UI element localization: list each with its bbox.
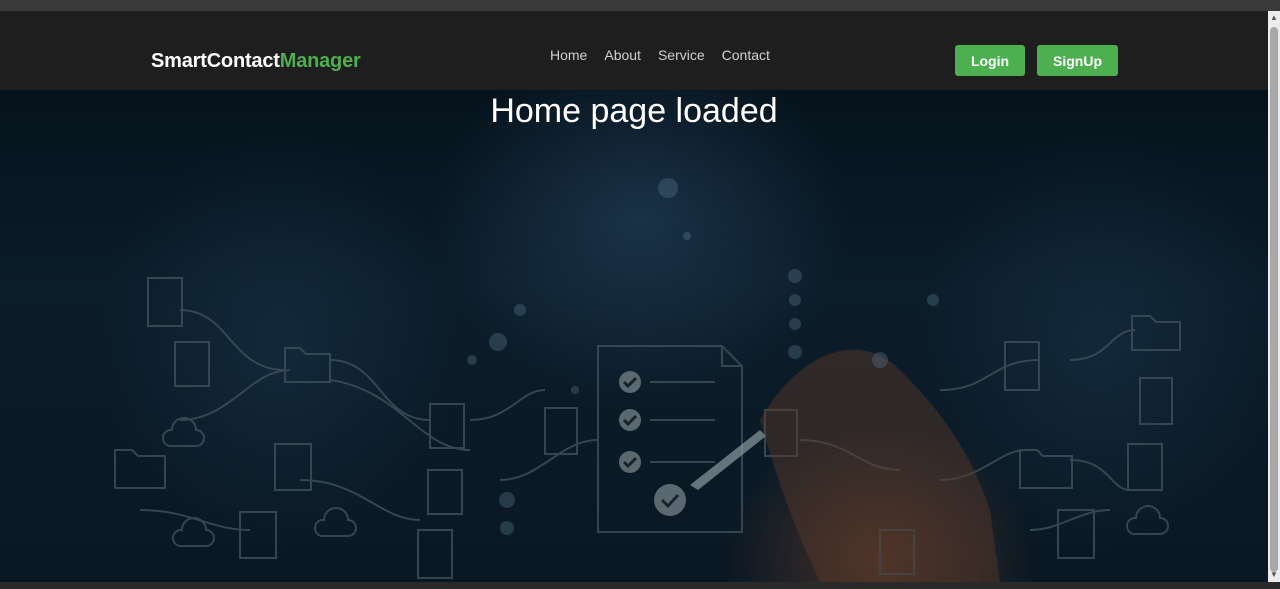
horizontal-scrollbar-area [0,582,1280,589]
scrollbar-thumb[interactable] [1270,27,1278,572]
brand-logo[interactable]: SmartContactManager [151,50,361,73]
nav-link-service[interactable]: Service [658,47,705,63]
nav-link-home[interactable]: Home [550,47,587,63]
nav-link-about[interactable]: About [604,47,641,63]
brand-name-part2: Manager [279,50,361,72]
browser-top-strip [0,0,1280,11]
signup-button[interactable]: SignUp [1037,45,1118,76]
hero-title: Home page loaded [490,92,778,130]
nav-link-contact[interactable]: Contact [722,47,770,63]
vertical-scrollbar[interactable]: ▲ ▼ [1268,11,1280,582]
scroll-up-arrow-icon[interactable]: ▲ [1268,12,1280,24]
hero-background-illustration [114,178,1181,582]
scroll-down-arrow-icon[interactable]: ▼ [1268,569,1280,581]
navbar: SmartContactManager Home About Service C… [0,11,1268,90]
brand-name-part1: SmartContact [151,50,280,72]
nav-links: Home About Service Contact [550,47,770,63]
hero-section: Home page loaded [0,90,1268,582]
login-button[interactable]: Login [955,45,1025,76]
